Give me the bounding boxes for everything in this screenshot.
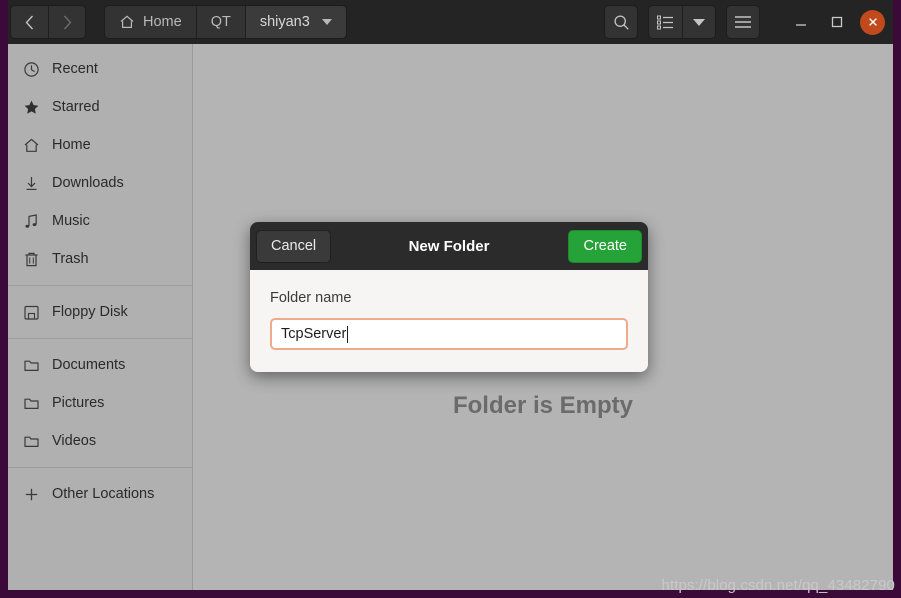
close-button[interactable] (860, 9, 885, 35)
sidebar-item-documents[interactable]: Documents (8, 346, 192, 384)
search-button[interactable] (604, 5, 638, 39)
chevron-down-icon (321, 19, 332, 25)
clock-icon (22, 60, 40, 78)
forward-button[interactable] (48, 6, 85, 38)
sidebar-divider (8, 285, 192, 286)
dialog-header: Cancel New Folder Create (250, 222, 648, 270)
home-icon (22, 136, 40, 154)
sidebar-item-videos[interactable]: Videos (8, 422, 192, 460)
breadcrumb: Home QT shiyan3 (104, 5, 347, 39)
sidebar-item-label: Music (52, 213, 90, 229)
sidebar-item-label: Recent (52, 61, 98, 77)
folder-icon (22, 356, 40, 374)
breadcrumb-item-qt[interactable]: QT (195, 6, 245, 38)
sidebar-item-other-locations[interactable]: Other Locations (8, 475, 192, 513)
navigation-button-group (10, 5, 86, 39)
folder-name-label: Folder name (270, 290, 352, 306)
sidebar-item-label: Downloads (52, 175, 124, 191)
breadcrumb-label: Home (143, 14, 182, 30)
breadcrumb-item-home[interactable]: Home (105, 6, 196, 38)
sidebar-item-label: Documents (52, 357, 126, 373)
sidebar-divider (8, 338, 192, 339)
chevron-down-icon (693, 18, 705, 26)
sidebar-divider (8, 467, 192, 468)
text-cursor (347, 325, 349, 343)
header-right-group (604, 5, 889, 39)
sidebar-item-label: Pictures (52, 395, 105, 411)
maximize-button[interactable] (824, 9, 850, 35)
cancel-button[interactable]: Cancel (256, 229, 332, 263)
floppy-disk-icon (22, 303, 40, 321)
download-icon (22, 174, 40, 192)
new-folder-dialog: Cancel New Folder Create Folder name Tcp… (250, 222, 648, 372)
view-options-dropdown[interactable] (682, 6, 715, 38)
chevron-left-icon (25, 15, 33, 29)
sidebar-item-label: Floppy Disk (52, 304, 128, 320)
create-button[interactable]: Create (568, 229, 642, 263)
dialog-body: Folder name TcpServer (250, 270, 648, 372)
empty-folder-message: Folder is Empty (452, 392, 634, 419)
folder-icon (22, 394, 40, 412)
sidebar-item-downloads[interactable]: Downloads (8, 164, 192, 202)
list-view-button[interactable] (649, 6, 682, 38)
folder-name-value: TcpServer (281, 326, 347, 342)
sidebar-item-starred[interactable]: Starred (8, 88, 192, 126)
hamburger-menu-icon (735, 16, 751, 28)
sidebar-item-label: Home (52, 137, 91, 153)
sidebar-item-label: Videos (52, 433, 97, 449)
sidebar-item-music[interactable]: Music (8, 202, 192, 240)
home-icon (120, 15, 134, 28)
breadcrumb-item-shiyan3[interactable]: shiyan3 (244, 6, 346, 38)
main-menu-button[interactable] (726, 5, 760, 39)
header-bar: Home QT shiyan3 (8, 0, 893, 44)
back-button[interactable] (11, 6, 48, 38)
close-icon (868, 18, 877, 26)
star-icon (22, 98, 40, 116)
sidebar-item-home[interactable]: Home (8, 126, 192, 164)
search-icon (613, 14, 629, 30)
folder-icon (22, 432, 40, 450)
sidebar-item-label: Starred (52, 99, 100, 115)
sidebar-item-pictures[interactable]: Pictures (8, 384, 192, 422)
sidebar-item-floppy-disk[interactable]: Floppy Disk (8, 293, 192, 331)
list-view-icon (657, 15, 673, 29)
sidebar-item-label: Trash (52, 251, 89, 267)
music-note-icon (22, 212, 40, 230)
plus-icon (22, 485, 40, 503)
sidebar-item-trash[interactable]: Trash (8, 240, 192, 278)
trash-icon (22, 250, 40, 268)
minimize-button[interactable] (788, 9, 814, 35)
sidebar-item-recent[interactable]: Recent (8, 50, 192, 88)
chevron-right-icon (63, 15, 71, 29)
view-mode-group (648, 5, 716, 39)
watermark: https://blog.csdn.net/qq_43482790 (661, 577, 895, 594)
breadcrumb-label: QT (210, 14, 231, 30)
minimize-icon (796, 24, 806, 26)
header-left-group: Home QT shiyan3 (8, 5, 347, 39)
folder-name-input[interactable]: TcpServer (270, 318, 628, 350)
sidebar: Recent Starred Home Downloads Music Tras… (8, 44, 193, 590)
breadcrumb-label: shiyan3 (259, 14, 310, 30)
maximize-icon (831, 16, 843, 28)
sidebar-item-label: Other Locations (52, 486, 155, 502)
